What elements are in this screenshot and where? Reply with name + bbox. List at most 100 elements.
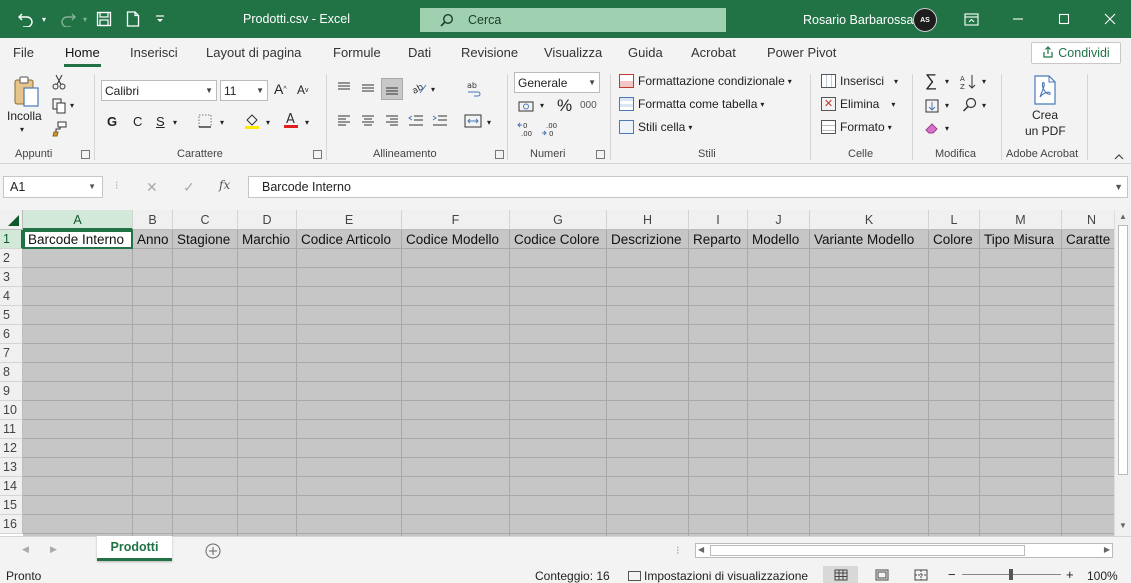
row-header-1[interactable]: 1 — [0, 230, 23, 249]
column-header-i[interactable]: I — [689, 210, 748, 230]
row-header-12[interactable]: 12 — [0, 439, 23, 458]
header-cell[interactable]: Marchio — [238, 230, 297, 249]
column-header-f[interactable]: F — [402, 210, 510, 230]
zoom-level[interactable]: 100% — [1087, 569, 1118, 583]
header-cell[interactable]: Anno — [133, 230, 173, 249]
redo-dropdown-icon[interactable]: ▾ — [80, 8, 90, 30]
decrease-decimal-icon[interactable]: .00 0 — [540, 120, 560, 138]
accounting-dropdown-icon[interactable]: ▾ — [540, 101, 544, 110]
tab-data[interactable]: Dati — [408, 45, 431, 60]
sort-filter-icon[interactable]: AZ — [959, 73, 979, 91]
scroll-right-icon[interactable]: ▶ — [1104, 545, 1110, 554]
wrap-text-icon[interactable]: ab — [464, 79, 484, 99]
redo-icon[interactable] — [57, 8, 79, 30]
orientation-icon[interactable]: ab — [410, 79, 428, 97]
font-launcher-icon[interactable] — [313, 150, 322, 159]
insert-cells-button[interactable]: Inserisci ▾ — [821, 74, 898, 88]
header-cell[interactable]: Variante Modello — [810, 230, 929, 249]
row-header-7[interactable]: 7 — [0, 344, 23, 363]
header-cell[interactable]: Codice Modello — [402, 230, 510, 249]
create-pdf-line1[interactable]: Crea — [1032, 108, 1058, 122]
page-break-view-icon[interactable] — [911, 566, 931, 583]
merge-dropdown-icon[interactable]: ▾ — [487, 118, 491, 127]
tab-file[interactable]: File — [13, 45, 34, 60]
align-center-icon[interactable] — [360, 113, 376, 129]
row-header-15[interactable]: 15 — [0, 496, 23, 515]
align-top-icon[interactable] — [336, 80, 352, 96]
font-name-select[interactable]: Calibri ▼ — [101, 80, 217, 101]
row-header-8[interactable]: 8 — [0, 363, 23, 382]
save-icon[interactable] — [94, 8, 114, 30]
autosum-dropdown-icon[interactable]: ▾ — [945, 77, 949, 86]
decrease-font-size-icon[interactable]: Av — [297, 83, 309, 97]
conditional-formatting-button[interactable]: Formattazione condizionale ▾ — [619, 74, 792, 88]
tab-power-pivot[interactable]: Power Pivot — [767, 45, 836, 60]
cut-icon[interactable] — [50, 73, 68, 91]
row-header-4[interactable]: 4 — [0, 287, 23, 306]
maximize-icon[interactable] — [1053, 9, 1075, 29]
row-header-6[interactable]: 6 — [0, 325, 23, 344]
select-all-button[interactable] — [0, 210, 23, 230]
vertical-scrollbar[interactable]: ▲ ▼ — [1114, 210, 1131, 536]
column-header-h[interactable]: H — [607, 210, 689, 230]
fill-color-icon[interactable] — [243, 111, 261, 131]
bold-button[interactable]: G — [107, 114, 117, 129]
increase-indent-icon[interactable] — [431, 113, 449, 129]
page-layout-view-icon[interactable] — [872, 566, 892, 583]
normal-view-icon[interactable] — [823, 566, 858, 583]
tab-insert[interactable]: Inserisci — [130, 45, 178, 60]
header-cell[interactable]: Barcode Interno — [23, 230, 133, 249]
row-header-14[interactable]: 14 — [0, 477, 23, 496]
row-header-5[interactable]: 5 — [0, 306, 23, 325]
column-header-k[interactable]: K — [810, 210, 929, 230]
autosum-icon[interactable]: ∑ — [925, 71, 937, 91]
count-status[interactable]: Conteggio: 16 — [535, 569, 610, 583]
customize-qat-icon[interactable] — [152, 8, 168, 30]
header-cell[interactable]: Reparto — [689, 230, 748, 249]
copy-icon[interactable] — [50, 97, 68, 115]
column-header-n[interactable]: N — [1062, 210, 1122, 230]
delete-cells-button[interactable]: ✕ Elimina ▾ — [821, 97, 895, 111]
paste-dropdown-icon[interactable]: ▾ — [20, 125, 24, 134]
column-header-g[interactable]: G — [510, 210, 607, 230]
display-settings-button[interactable]: Impostazioni di visualizzazione — [628, 569, 808, 583]
close-icon[interactable] — [1099, 9, 1121, 29]
scroll-up-icon[interactable]: ▲ — [1119, 212, 1127, 221]
name-box[interactable]: A1 ▼ — [3, 176, 103, 198]
align-left-icon[interactable] — [336, 113, 352, 129]
sheet-tab-prodotti[interactable]: Prodotti — [97, 536, 172, 561]
new-file-icon[interactable] — [123, 8, 143, 30]
row-header-10[interactable]: 10 — [0, 401, 23, 420]
column-header-a[interactable]: A — [23, 210, 133, 230]
format-cells-button[interactable]: Formato ▾ — [821, 120, 892, 134]
header-cell[interactable]: Modello — [748, 230, 810, 249]
sort-dropdown-icon[interactable]: ▾ — [982, 77, 986, 86]
header-cell[interactable]: Colore — [929, 230, 980, 249]
row-header-2[interactable]: 2 — [0, 249, 23, 268]
italic-button[interactable]: C — [133, 114, 142, 129]
undo-dropdown-icon[interactable]: ▾ — [39, 8, 49, 30]
user-name[interactable]: Rosario Barbarossa — [803, 13, 913, 27]
insert-function-button[interactable]: fx — [219, 178, 230, 192]
align-right-icon[interactable] — [384, 113, 400, 129]
font-size-select[interactable]: 11 ▼ — [220, 80, 268, 101]
format-as-table-button[interactable]: Formatta come tabella ▾ — [619, 97, 764, 111]
header-cell[interactable]: Descrizione — [607, 230, 689, 249]
tab-page-layout[interactable]: Layout di pagina — [206, 45, 301, 60]
row-header-11[interactable]: 11 — [0, 420, 23, 439]
tab-view[interactable]: Visualizza — [544, 45, 602, 60]
fill-icon[interactable] — [923, 97, 941, 115]
tab-formulas[interactable]: Formule — [333, 45, 381, 60]
underline-dropdown-icon[interactable]: ▾ — [173, 118, 177, 127]
create-pdf-line2[interactable]: un PDF — [1025, 124, 1066, 138]
create-pdf-icon[interactable] — [1030, 74, 1060, 106]
worksheet-grid[interactable]: ABCDEFGHIJKLMN 1 2 3 4 5 6 7 8 9 10 11 12 13 14 15 16 B… — [0, 210, 1131, 536]
zoom-in-button[interactable]: + — [1066, 567, 1074, 582]
tab-review[interactable]: Revisione — [461, 45, 518, 60]
search-box[interactable]: Cerca — [420, 8, 726, 32]
horizontal-scrollbar[interactable]: ◀ ▶ — [695, 543, 1113, 558]
column-header-c[interactable]: C — [173, 210, 238, 230]
fill-color-dropdown-icon[interactable]: ▾ — [266, 118, 270, 127]
align-middle-icon[interactable] — [360, 80, 376, 96]
tab-home[interactable]: Home — [64, 45, 101, 67]
